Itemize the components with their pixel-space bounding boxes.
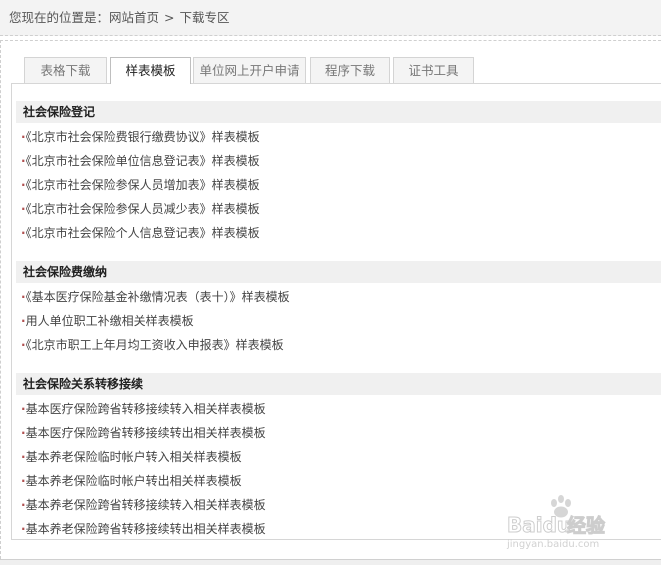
download-link[interactable]: ·基本养老保险临时帐户转出相关样表模板	[21, 472, 242, 490]
breadcrumb: 您现在的位置是：网站首页 > 下载专区	[0, 0, 661, 36]
download-link[interactable]: ·基本养老保险跨省转移接续转入相关样表模板	[21, 496, 266, 514]
breadcrumb-current: 下载专区	[179, 10, 230, 25]
download-link[interactable]: ·基本养老保险临时帐户转入相关样表模板	[21, 448, 242, 466]
download-link[interactable]: ·基本养老保险跨省转移接续转出相关样表模板	[21, 520, 266, 538]
section-heading: 社会保险费缴纳	[16, 261, 661, 283]
download-link[interactable]: ·基本医疗保险跨省转移接续转出相关样表模板	[21, 424, 266, 442]
breadcrumb-separator: >	[164, 10, 175, 25]
download-link[interactable]: ·《北京市社会保险费银行缴费协议》样表模板	[21, 128, 260, 146]
watermark-url: jingyan.baidu.com	[506, 539, 599, 550]
tab-online-account-application[interactable]: 单位网上开户申请	[193, 57, 306, 83]
tab-table-download[interactable]: 表格下载	[24, 57, 107, 83]
watermark-cn: 经验	[567, 514, 606, 537]
tab-certificate-tools[interactable]: 证书工具	[393, 57, 474, 83]
watermark-brand: Baidu	[507, 513, 571, 537]
download-link[interactable]: ·《北京市职工上年月均工资收入申报表》样表模板	[21, 336, 284, 354]
baidu-jingyan-watermark: Baidu 经验 jingyan.baidu.com	[506, 495, 607, 550]
download-link[interactable]: ·《基本医疗保险基金补缴情况表（表十）》样表模板	[21, 288, 290, 306]
download-link[interactable]: ·《北京市社会保险参保人员减少表》样表模板	[21, 200, 260, 218]
download-link[interactable]: ·《北京市社会保险参保人员增加表》样表模板	[21, 176, 260, 194]
breadcrumb-prefix: 您现在的位置是：	[9, 10, 110, 25]
tab-sample-templates[interactable]: 样表模板	[110, 57, 191, 84]
section-heading: 社会保险登记	[16, 101, 661, 123]
footer-divider	[0, 559, 661, 565]
download-link[interactable]: ·《北京市社会保险个人信息登记表》样表模板	[21, 224, 260, 242]
section-heading: 社会保险关系转移接续	[16, 373, 661, 395]
tab-program-download[interactable]: 程序下载	[310, 57, 390, 83]
breadcrumb-home-link[interactable]: 网站首页	[109, 10, 159, 25]
download-link[interactable]: ·《北京市社会保险单位信息登记表》样表模板	[21, 152, 260, 170]
download-link[interactable]: ·基本医疗保险跨省转移接续转入相关样表模板	[21, 400, 266, 418]
download-link[interactable]: ·用人单位职工补缴相关样表模板	[21, 312, 194, 330]
